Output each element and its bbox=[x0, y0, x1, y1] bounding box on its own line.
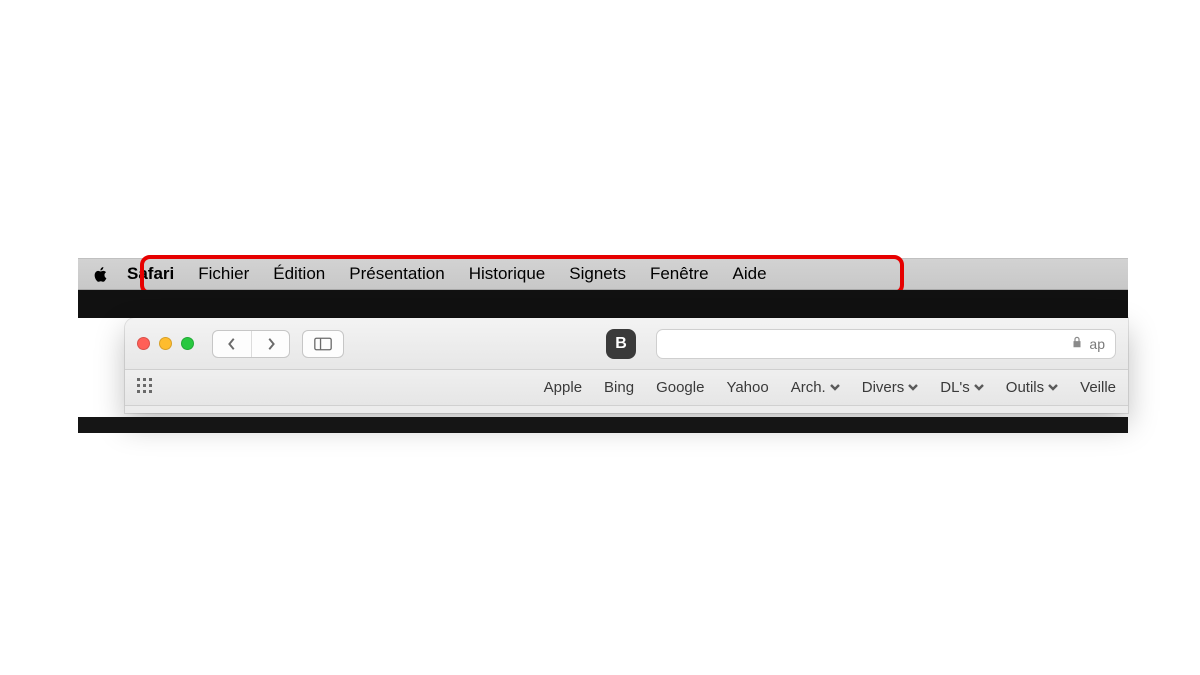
menu-item-presentation[interactable]: Présentation bbox=[349, 264, 444, 284]
bookmark-item-veille[interactable]: Veille bbox=[1080, 379, 1116, 396]
bookmark-label: DL's bbox=[940, 379, 970, 396]
chevron-down-icon bbox=[1048, 379, 1058, 396]
bookmark-item-yahoo[interactable]: Yahoo bbox=[726, 379, 768, 396]
sidebar-toggle-button[interactable] bbox=[302, 330, 344, 358]
address-bar[interactable]: ap bbox=[656, 329, 1116, 359]
window-minimize-button[interactable] bbox=[159, 337, 172, 350]
menubar-items: Safari Fichier Édition Présentation Hist… bbox=[127, 259, 767, 289]
chevron-down-icon bbox=[974, 379, 984, 396]
menu-item-safari[interactable]: Safari bbox=[127, 264, 174, 284]
apple-logo-icon[interactable] bbox=[92, 266, 109, 283]
bookmark-label: Bing bbox=[604, 379, 634, 396]
forward-button[interactable] bbox=[251, 331, 289, 357]
macos-menubar: Safari Fichier Édition Présentation Hist… bbox=[78, 258, 1128, 290]
bookmark-item-bing[interactable]: Bing bbox=[604, 379, 634, 396]
bookmark-item-apple[interactable]: Apple bbox=[544, 379, 582, 396]
address-bar-text: ap bbox=[1089, 336, 1105, 352]
background-strip-top bbox=[78, 290, 1128, 318]
bookmark-item-dls[interactable]: DL's bbox=[940, 379, 984, 396]
window-traffic-lights bbox=[137, 337, 194, 350]
lock-icon bbox=[1071, 335, 1083, 352]
menu-item-edition[interactable]: Édition bbox=[273, 264, 325, 284]
chevron-down-icon bbox=[830, 379, 840, 396]
chevron-down-icon bbox=[908, 379, 918, 396]
window-close-button[interactable] bbox=[137, 337, 150, 350]
bookmark-item-google[interactable]: Google bbox=[656, 379, 704, 396]
bookmark-label: Outils bbox=[1006, 379, 1044, 396]
menu-item-aide[interactable]: Aide bbox=[733, 264, 767, 284]
safari-window: B ap Apple Bing Google Yahoo Arch. D bbox=[125, 318, 1128, 413]
bookmark-label: Apple bbox=[544, 379, 582, 396]
menu-item-historique[interactable]: Historique bbox=[469, 264, 546, 284]
nav-back-forward-segment bbox=[212, 330, 290, 358]
bookmark-item-outils[interactable]: Outils bbox=[1006, 379, 1058, 396]
bookmark-label: Divers bbox=[862, 379, 905, 396]
bookmarks-bar: Apple Bing Google Yahoo Arch. Divers DL'… bbox=[125, 370, 1128, 406]
back-button[interactable] bbox=[213, 331, 251, 357]
menu-item-fenetre[interactable]: Fenêtre bbox=[650, 264, 709, 284]
bookmark-label: Google bbox=[656, 379, 704, 396]
window-zoom-button[interactable] bbox=[181, 337, 194, 350]
menu-item-fichier[interactable]: Fichier bbox=[198, 264, 249, 284]
site-badge-icon[interactable]: B bbox=[606, 329, 636, 359]
background-strip-bottom bbox=[78, 417, 1128, 433]
safari-toolbar: B ap bbox=[125, 318, 1128, 370]
menu-item-signets[interactable]: Signets bbox=[569, 264, 626, 284]
show-tabs-grid-icon[interactable] bbox=[137, 378, 153, 398]
stage: Safari Fichier Édition Présentation Hist… bbox=[0, 0, 1200, 675]
bookmark-label: Arch. bbox=[791, 379, 826, 396]
bookmark-item-divers[interactable]: Divers bbox=[862, 379, 919, 396]
bookmark-item-arch[interactable]: Arch. bbox=[791, 379, 840, 396]
bookmark-label: Yahoo bbox=[726, 379, 768, 396]
bookmark-label: Veille bbox=[1080, 379, 1116, 396]
